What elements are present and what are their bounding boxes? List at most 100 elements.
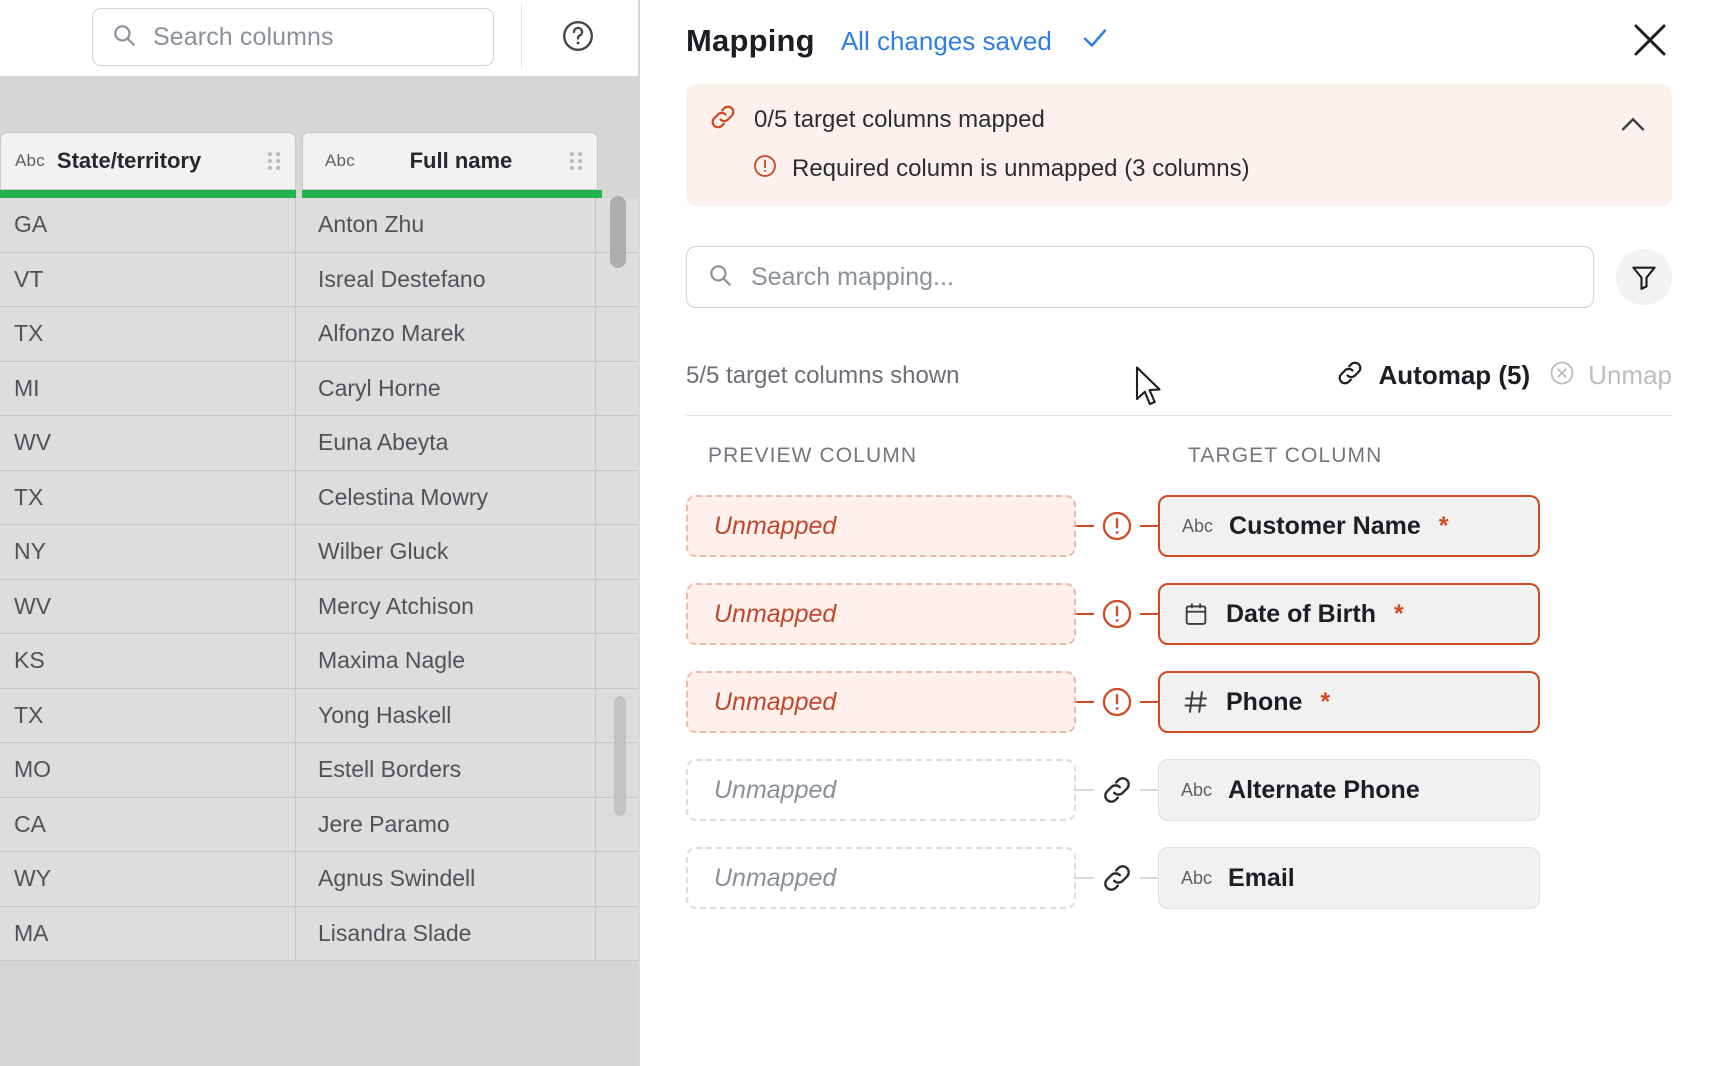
cell-fullname[interactable]: Caryl Horne — [296, 362, 596, 417]
cell-fullname[interactable]: Yong Haskell — [296, 689, 596, 744]
cell-state[interactable]: WV — [0, 416, 296, 471]
cell-state[interactable]: MO — [0, 743, 296, 798]
cell-fullname[interactable]: Alfonzo Marek — [296, 307, 596, 362]
automap-button[interactable]: Automap (5) — [1335, 358, 1531, 393]
cell-fullname[interactable]: Maxima Nagle — [296, 634, 596, 689]
alert-detail: Required column is unmapped (3 columns) — [792, 155, 1250, 183]
preview-toolbar: Search columns — [0, 0, 638, 76]
chevron-up-icon[interactable] — [1616, 108, 1650, 147]
drag-handle-icon[interactable] — [265, 150, 283, 172]
cell-spacer — [596, 580, 640, 635]
connector-dash-right — [1140, 789, 1158, 791]
alert-headline: 0/5 target columns mapped — [754, 106, 1045, 134]
cell-state[interactable]: WY — [0, 852, 296, 907]
search-icon — [111, 22, 137, 53]
circle-x-icon — [1548, 359, 1576, 392]
column-header-fullname[interactable]: Abc Full name — [302, 132, 598, 190]
alert-circle-icon — [1100, 685, 1134, 719]
cell-state[interactable]: TX — [0, 689, 296, 744]
cell-fullname[interactable]: Mercy Atchison — [296, 580, 596, 635]
preview-column-selector[interactable]: Unmapped — [686, 759, 1076, 821]
alert-detail-row: Required column is unmapped (3 columns) — [752, 153, 1650, 184]
target-column-header: TARGET COLUMN — [1188, 444, 1382, 468]
preview-column-selector[interactable]: Unmapped — [686, 671, 1076, 733]
table-row[interactable]: WVMercy Atchison — [0, 580, 640, 635]
column-type-abc-icon: Abc — [325, 151, 355, 171]
cell-state[interactable]: MI — [0, 362, 296, 417]
cell-fullname[interactable]: Jere Paramo — [296, 798, 596, 853]
alert-circle-icon — [1100, 597, 1134, 631]
mapping-row: Unmapped AbcAlternate Phone — [686, 746, 1672, 834]
filter-icon[interactable] — [1616, 249, 1672, 305]
cell-state[interactable]: NY — [0, 525, 296, 580]
target-column-label: Email — [1228, 864, 1295, 893]
table-row[interactable]: KSMaxima Nagle — [0, 634, 640, 689]
cell-state[interactable]: MA — [0, 907, 296, 962]
table-row[interactable]: WVEuna Abeyta — [0, 416, 640, 471]
cell-state[interactable]: TX — [0, 307, 296, 362]
cell-spacer — [596, 307, 640, 362]
table-row[interactable]: MICaryl Horne — [0, 362, 640, 417]
cell-state[interactable]: TX — [0, 471, 296, 526]
target-column-chip[interactable]: Phone* — [1158, 671, 1540, 733]
cell-fullname[interactable]: Isreal Destefano — [296, 253, 596, 308]
connector-dash-left — [1076, 613, 1094, 615]
table-row[interactable]: MOEstell Borders — [0, 743, 640, 798]
preview-column-selector[interactable]: Unmapped — [686, 847, 1076, 909]
drag-handle-icon[interactable] — [567, 150, 585, 172]
cell-fullname[interactable]: Estell Borders — [296, 743, 596, 798]
search-columns-input[interactable]: Search columns — [92, 8, 494, 66]
table-row[interactable]: NYWilber Gluck — [0, 525, 640, 580]
mapping-search-row: Search mapping... — [686, 246, 1672, 308]
required-asterisk: * — [1439, 512, 1449, 541]
target-column-label: Phone — [1226, 688, 1302, 717]
alert-circle-icon — [752, 153, 778, 184]
unmap-button[interactable]: Unmap — [1548, 359, 1672, 392]
mapping-connector — [1076, 861, 1158, 895]
target-column-chip[interactable]: AbcCustomer Name* — [1158, 495, 1540, 557]
toolbar-divider — [521, 4, 522, 68]
cell-fullname[interactable]: Agnus Swindell — [296, 852, 596, 907]
cell-state[interactable]: WV — [0, 580, 296, 635]
cell-state[interactable]: VT — [0, 253, 296, 308]
preview-column-selector[interactable]: Unmapped — [686, 495, 1076, 557]
grid-vertical-scrollbar-track[interactable] — [614, 696, 626, 816]
connector-dash-right — [1140, 613, 1158, 615]
column-type-abc-icon: Abc — [1181, 868, 1212, 889]
table-row[interactable]: MALisandra Slade — [0, 907, 640, 962]
connector-dash-right — [1140, 877, 1158, 879]
cell-fullname[interactable]: Lisandra Slade — [296, 907, 596, 962]
table-row[interactable]: TXYong Haskell — [0, 689, 640, 744]
cell-fullname[interactable]: Anton Zhu — [296, 198, 596, 253]
mapping-connector — [1076, 685, 1158, 719]
help-circle-icon[interactable] — [559, 17, 597, 55]
connector-dash-left — [1076, 877, 1094, 879]
target-column-chip[interactable]: Date of Birth* — [1158, 583, 1540, 645]
table-row[interactable]: TXCelestina Mowry — [0, 471, 640, 526]
table-row[interactable]: VTIsreal Destefano — [0, 253, 640, 308]
search-mapping-input[interactable]: Search mapping... — [686, 246, 1594, 308]
cell-spacer — [596, 471, 640, 526]
preview-column-selector[interactable]: Unmapped — [686, 583, 1076, 645]
column-match-indicator — [0, 190, 640, 198]
cell-state[interactable]: KS — [0, 634, 296, 689]
target-column-chip[interactable]: AbcAlternate Phone — [1158, 759, 1540, 821]
grid-vertical-scrollbar[interactable] — [610, 196, 626, 268]
grid-top-band — [0, 76, 640, 132]
table-row[interactable]: TXAlfonzo Marek — [0, 307, 640, 362]
table-row[interactable]: CAJere Paramo — [0, 798, 640, 853]
cell-fullname[interactable]: Euna Abeyta — [296, 416, 596, 471]
close-icon[interactable] — [1626, 16, 1674, 64]
connector-dash-left — [1076, 525, 1094, 527]
cell-state[interactable]: CA — [0, 798, 296, 853]
table-row[interactable]: WYAgnus Swindell — [0, 852, 640, 907]
target-column-chip[interactable]: Abc Email — [1158, 847, 1540, 909]
mapping-screen: Search columns Abc State/territory — [0, 0, 1718, 1066]
table-row[interactable]: GAAnton Zhu — [0, 198, 640, 253]
cell-fullname[interactable]: Wilber Gluck — [296, 525, 596, 580]
mapping-panel: Mapping All changes saved 0/5 target col… — [640, 0, 1716, 1066]
cell-state[interactable]: GA — [0, 198, 296, 253]
column-type-abc-icon: Abc — [1182, 516, 1213, 537]
column-header-state[interactable]: Abc State/territory — [0, 132, 296, 190]
cell-fullname[interactable]: Celestina Mowry — [296, 471, 596, 526]
